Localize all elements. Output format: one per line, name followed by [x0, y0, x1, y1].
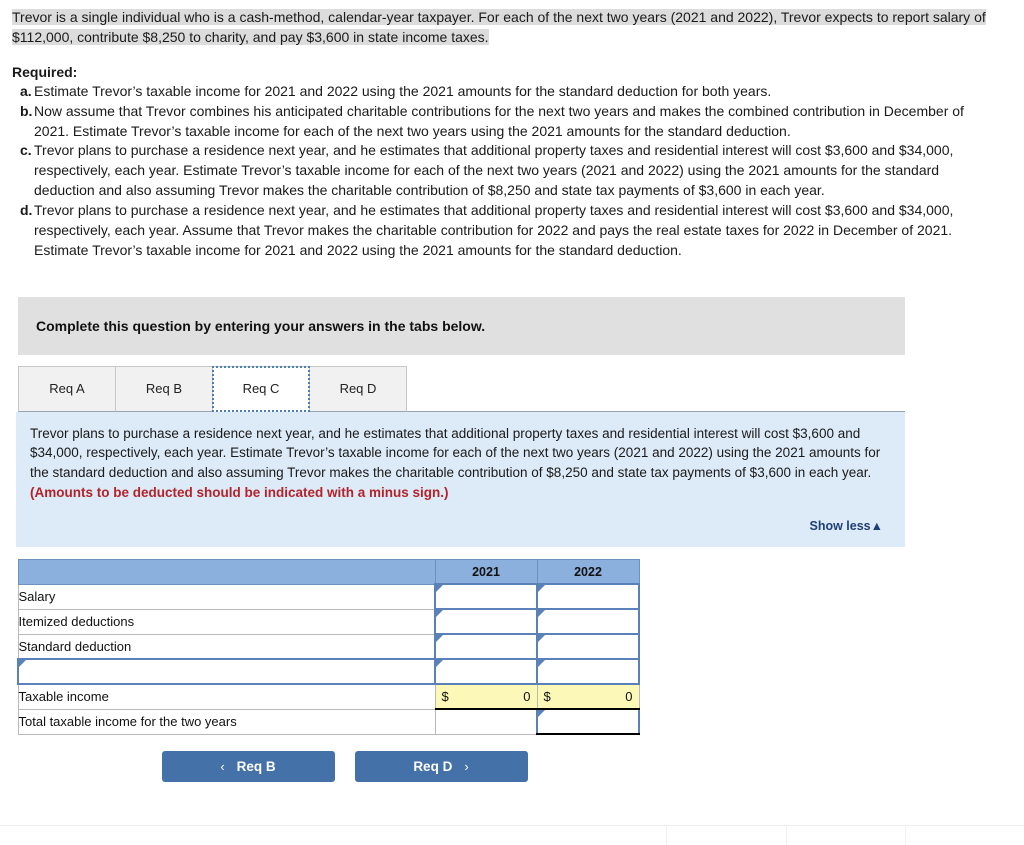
show-less-link[interactable]: Show less▲	[30, 503, 883, 537]
next-requirement-button[interactable]: Req D ›	[354, 751, 528, 782]
required-text-b: Now assume that Trevor combines his anti…	[34, 102, 964, 139]
input-total-two-years-value	[538, 710, 638, 733]
row-label-total-two-years: Total taxable income for the two years	[17, 708, 435, 735]
required-marker-c: c.	[20, 142, 32, 159]
tab-req-b-label: Req B	[145, 381, 183, 397]
column-header-blank	[17, 559, 436, 585]
required-marker-b: b.	[20, 102, 33, 119]
required-item-b: b. Now assume that Trevor combines his an…	[20, 102, 1002, 142]
footer-segment[interactable]	[667, 826, 787, 845]
requirement-navigation: ‹ Req B Req D ›	[17, 751, 655, 782]
row-label-salary: Salary	[17, 583, 435, 610]
input-custom-row-2021-value	[436, 660, 536, 683]
input-standard-deduction-2021-value	[436, 635, 536, 658]
input-itemized-deductions-2022-value	[538, 610, 638, 633]
total-taxable-income-2022: $ 0	[536, 683, 640, 710]
input-salary-2022-value	[538, 585, 638, 608]
input-custom-row-label[interactable]	[17, 658, 436, 685]
tab-req-a-label: Req A	[49, 381, 85, 397]
tab-req-c[interactable]: Req C	[212, 365, 310, 412]
caret-up-icon: ▲	[870, 519, 883, 533]
row-label-taxable-income: Taxable income	[17, 683, 435, 710]
answer-table-header-row: 2021 2022	[17, 559, 640, 585]
requirement-tabs: Req A Req B Req C Req D	[18, 365, 905, 412]
required-marker-d: d.	[20, 202, 33, 218]
total-taxable-income-2021-value: 0	[523, 689, 531, 704]
currency-symbol: $	[543, 689, 551, 704]
prev-requirement-label: Req B	[236, 759, 276, 774]
tab-req-d[interactable]: Req D	[309, 365, 407, 412]
footer-segment[interactable]	[787, 826, 906, 845]
tab-req-a[interactable]: Req A	[18, 365, 116, 412]
currency-symbol: $	[441, 689, 449, 704]
prev-requirement-button[interactable]: ‹ Req B	[161, 751, 335, 782]
answer-table-wrapper: 2021 2022 Salary Itemized deductions Sta…	[17, 559, 1024, 782]
input-standard-deduction-2022[interactable]	[536, 633, 640, 660]
complete-question-banner: Complete this question by entering your …	[18, 296, 905, 355]
input-itemized-deductions-2021[interactable]	[434, 608, 538, 635]
problem-stem: Trevor is a single individual who is a c…	[0, 0, 1024, 48]
table-row: Total taxable income for the two years	[17, 708, 640, 735]
column-header-2022: 2022	[536, 559, 640, 585]
row-label-itemized-deductions: Itemized deductions	[17, 608, 435, 635]
tab-req-b[interactable]: Req B	[115, 365, 213, 412]
chevron-left-icon: ‹	[220, 759, 225, 774]
table-row	[17, 658, 640, 685]
footer-segment[interactable]	[906, 826, 1024, 845]
complete-question-text: Complete this question by entering your …	[36, 317, 486, 334]
tab-req-d-label: Req D	[339, 381, 377, 397]
total-taxable-income-2021: $ 0	[434, 683, 538, 710]
required-list: a. Estimate Trevor’s taxable income for 2…	[0, 82, 1024, 261]
input-salary-2022[interactable]	[536, 583, 640, 610]
input-salary-2021-value	[436, 585, 536, 608]
answer-table: 2021 2022 Salary Itemized deductions Sta…	[17, 559, 640, 735]
input-custom-row-2022[interactable]	[536, 658, 640, 685]
required-text-a: Estimate Trevor’s taxable income for 202…	[34, 82, 772, 99]
requirement-instructions-panel: Trevor plans to purchase a residence nex…	[16, 411, 905, 547]
total-taxable-income-2022-value: 0	[625, 689, 633, 704]
input-itemized-deductions-2021-value	[436, 610, 536, 633]
total-two-years-2021-blank	[434, 708, 538, 735]
table-row: Taxable income $ 0 $ 0	[17, 683, 640, 710]
requirement-instructions-warning: (Amounts to be deducted should be indica…	[30, 485, 449, 501]
required-marker-a: a.	[20, 82, 32, 99]
required-heading: Required:	[12, 63, 78, 80]
column-header-2021: 2021	[434, 559, 538, 585]
input-custom-row-2021[interactable]	[434, 658, 538, 685]
input-standard-deduction-2021[interactable]	[434, 633, 538, 660]
footer-spacer	[0, 826, 548, 845]
required-text-c: Trevor plans to purchase a residence nex…	[34, 142, 954, 199]
footer-segment[interactable]	[548, 826, 668, 845]
input-total-two-years[interactable]	[536, 708, 640, 735]
input-custom-row-2022-value	[538, 660, 638, 683]
tab-req-c-label: Req C	[242, 381, 280, 397]
problem-stem-text: Trevor is a single individual who is a c…	[12, 9, 986, 45]
required-item-d: d. Trevor plans to purchase a residence n…	[20, 201, 1002, 261]
chevron-right-icon: ›	[464, 759, 469, 774]
input-standard-deduction-2022-value	[538, 635, 638, 658]
required-item-c: c. Trevor plans to purchase a residence n…	[20, 141, 1002, 201]
footer-toolbar	[0, 826, 1024, 845]
table-row: Itemized deductions	[17, 608, 640, 635]
requirement-instructions-body: Trevor plans to purchase a residence nex…	[30, 425, 881, 481]
input-itemized-deductions-2022[interactable]	[536, 608, 640, 635]
table-row: Standard deduction	[17, 633, 640, 660]
show-less-label: Show less	[809, 519, 871, 533]
next-requirement-label: Req D	[413, 759, 453, 774]
required-text-d: Trevor plans to purchase a residence nex…	[34, 202, 954, 258]
row-label-standard-deduction: Standard deduction	[17, 633, 435, 660]
input-salary-2021[interactable]	[434, 583, 538, 610]
required-item-a: a. Estimate Trevor’s taxable income for 2…	[20, 82, 1002, 102]
table-row: Salary	[17, 583, 640, 610]
requirement-instructions-paragraph: Trevor plans to purchase a residence nex…	[30, 424, 883, 503]
